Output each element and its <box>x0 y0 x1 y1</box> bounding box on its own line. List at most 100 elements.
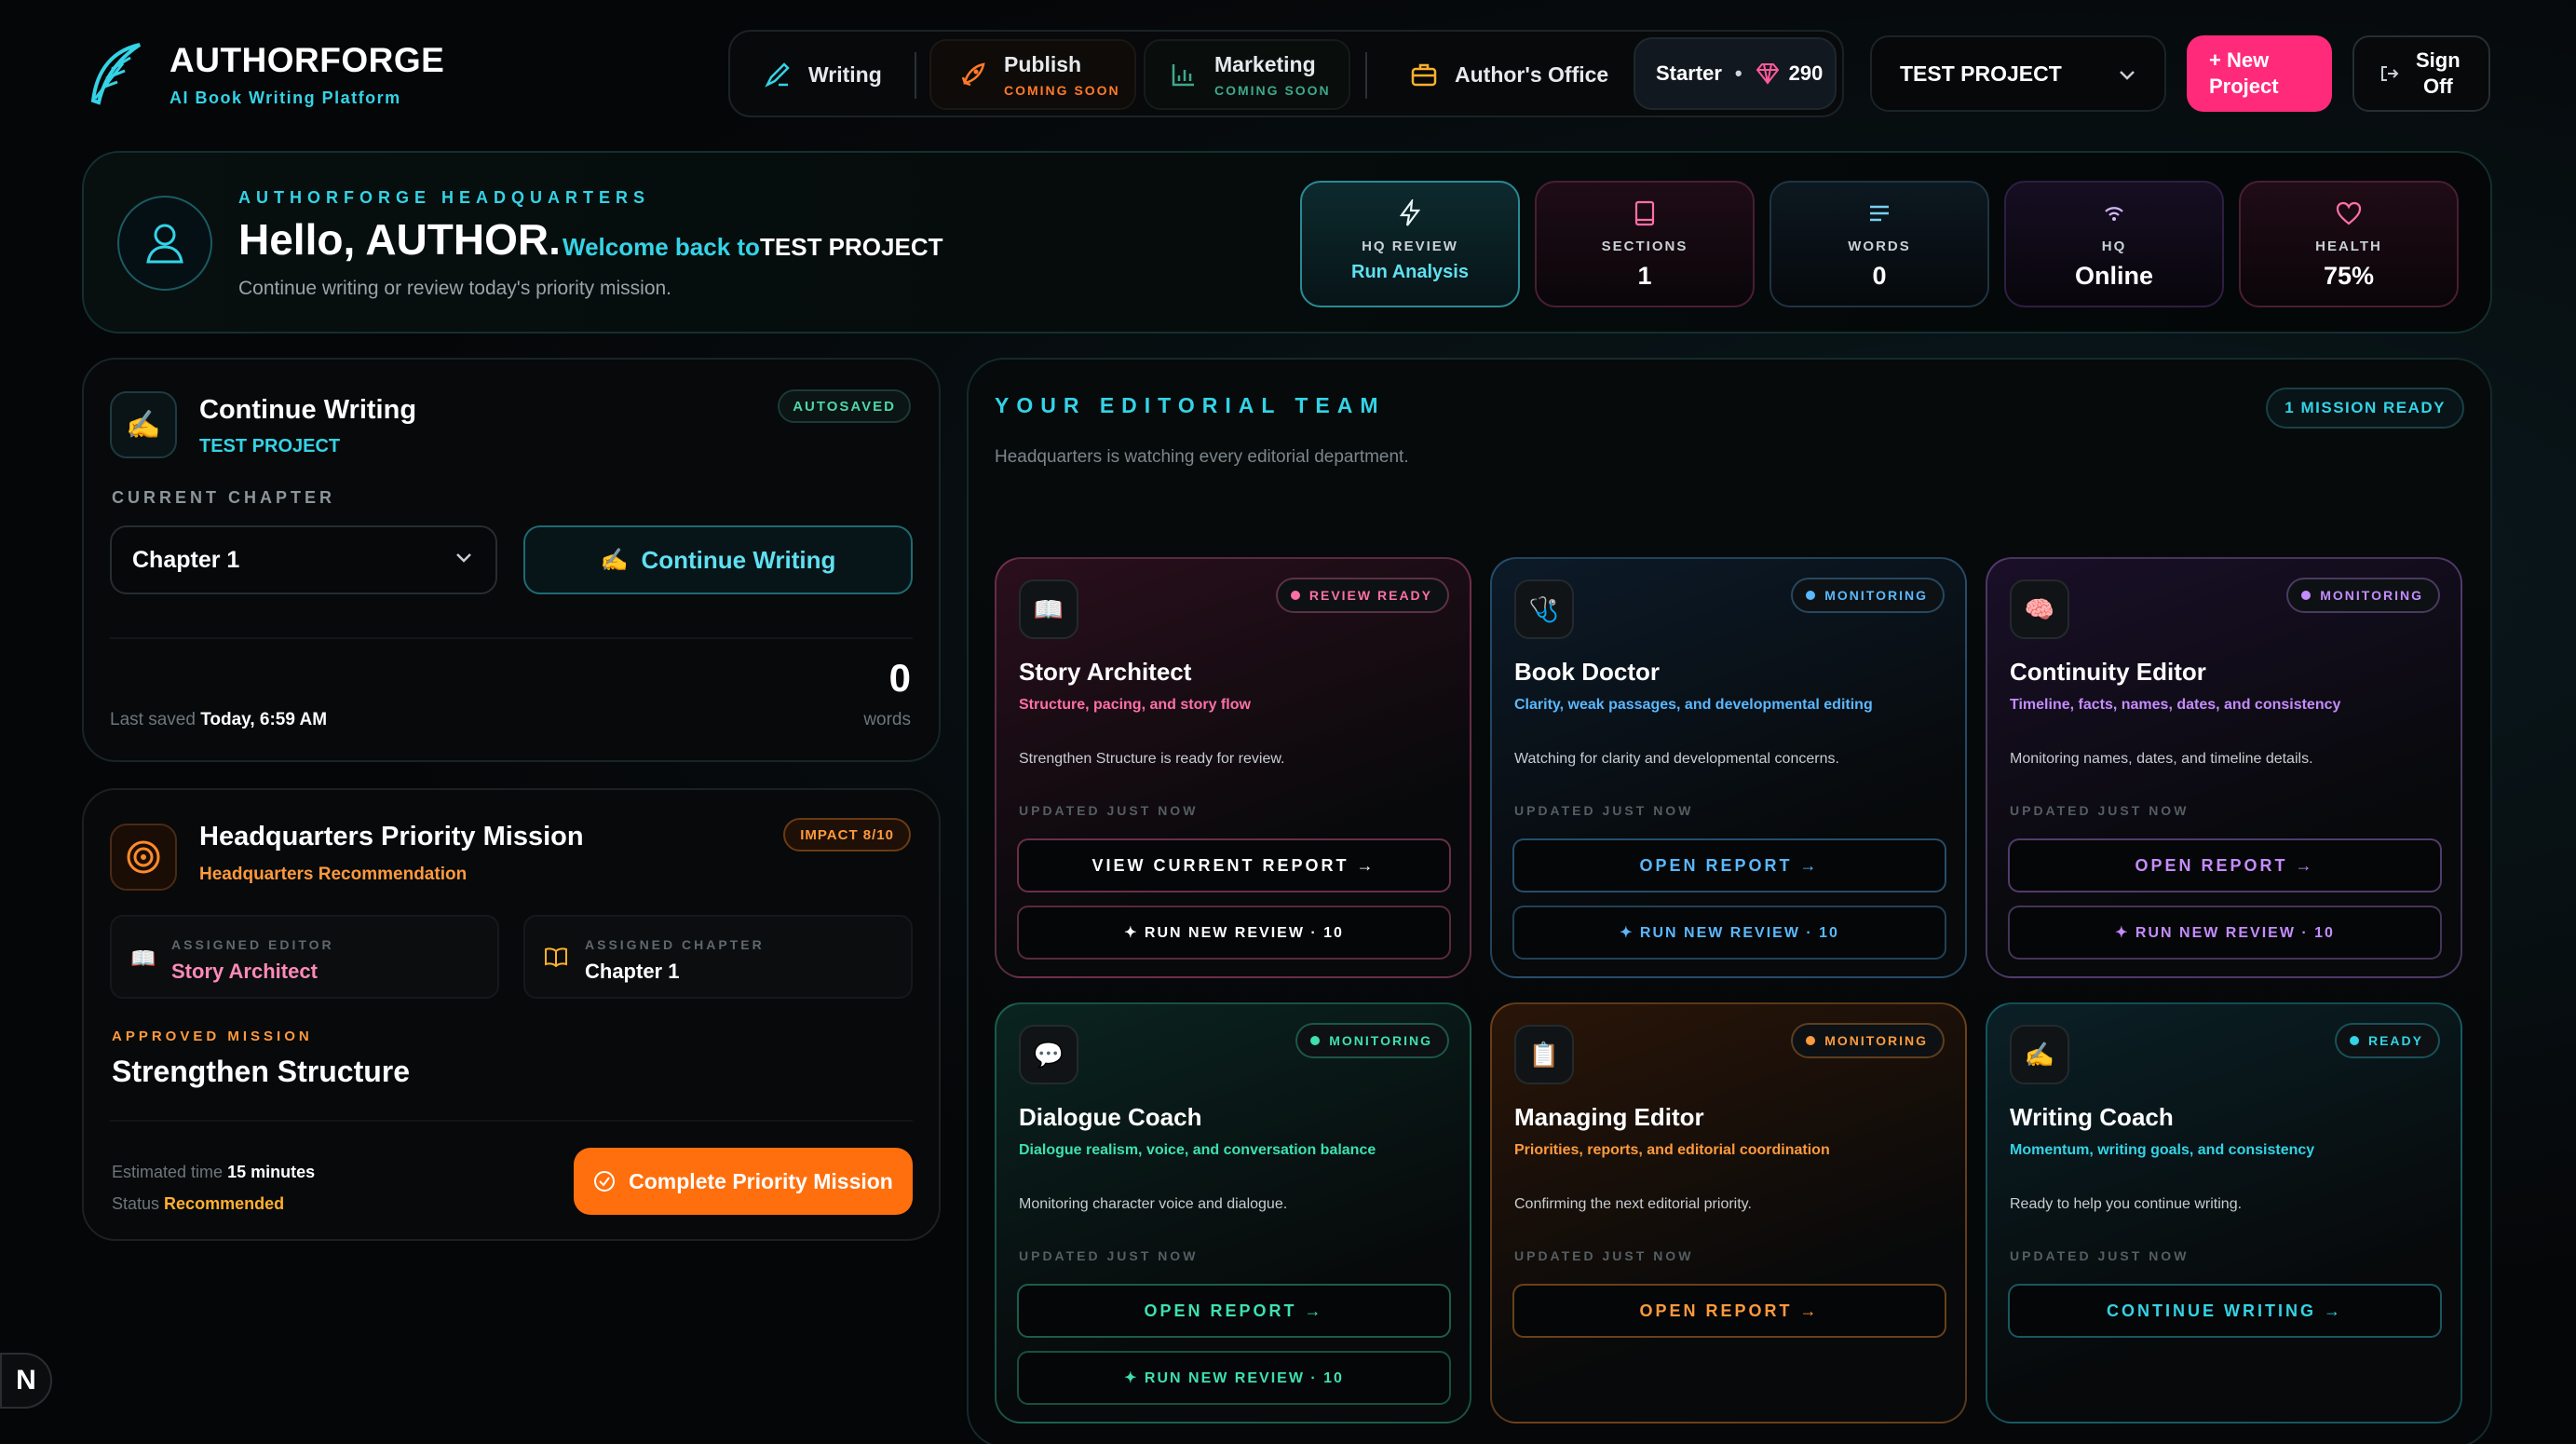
chapter-select[interactable]: Chapter 1 <box>110 525 497 594</box>
plan-credits-value: 290 <box>1788 61 1824 85</box>
stat-words: WORDS 0 <box>1769 181 1989 307</box>
editor-report-button[interactable]: OPEN REPORT → <box>1512 838 1946 892</box>
status-dot <box>1806 591 1816 600</box>
plan-name: Starter <box>1656 61 1722 85</box>
editorial-team-subtitle: Headquarters is watching every editorial… <box>995 447 1409 467</box>
mission-ready-badge: 1 MISSION READY <box>2266 388 2464 429</box>
last-saved-value: Today, 6:59 AM <box>200 710 328 729</box>
plan-credits[interactable]: Starter • 290 <box>1634 37 1837 110</box>
stat-health-value: 75% <box>2323 262 2375 290</box>
nav-marketing-label: Marketing <box>1214 51 1316 76</box>
nav-publish-tag: COMING SOON <box>1004 82 1120 98</box>
editor-status-badge: READY <box>2334 1023 2440 1058</box>
target-icon <box>110 824 177 891</box>
editor-status-badge: MONITORING <box>2286 578 2440 613</box>
brand-tagline: AI Book Writing Platform <box>169 89 401 107</box>
editor-status-badge: MONITORING <box>1791 578 1945 613</box>
stat-hq-review[interactable]: HQ REVIEW Run Analysis <box>1300 181 1520 307</box>
nav-publish[interactable]: Publish COMING SOON <box>929 39 1136 110</box>
bar-chart-icon <box>1172 64 1194 87</box>
editor-message: Ready to help you continue writing. <box>2010 1196 2243 1212</box>
editor-status-badge: REVIEW READY <box>1275 578 1449 613</box>
logout-icon <box>2381 66 2399 81</box>
writing-hand-icon: ✍ <box>110 391 177 458</box>
assigned-chapter: ASSIGNED CHAPTER Chapter 1 <box>523 915 913 999</box>
new-project-button[interactable]: + New Project <box>2187 35 2332 112</box>
project-select[interactable]: TEST PROJECT <box>1870 35 2166 112</box>
editor-report-button-label: OPEN REPORT → <box>2135 855 2315 875</box>
impact-badge: IMPACT 8/10 <box>783 818 911 851</box>
user-avatar-icon[interactable] <box>117 196 212 291</box>
editor-description: Timeline, facts, names, dates, and consi… <box>2010 697 2341 713</box>
sign-off-label-2: Off <box>2422 75 2453 98</box>
stat-words-value: 0 <box>1872 262 1887 290</box>
editor-report-button-label: CONTINUE WRITING → <box>2107 1301 2343 1320</box>
run-new-review-button[interactable]: ✦ RUN NEW REVIEW · 10 <box>1512 906 1946 960</box>
plan-separator: • <box>1734 61 1742 85</box>
editor-icon: ✍️ <box>2010 1025 2069 1084</box>
editor-report-button-label: OPEN REPORT → <box>1639 1301 1820 1320</box>
continue-writing-button[interactable]: ✍ Continue Writing <box>523 525 913 594</box>
nav-writing[interactable]: Writing <box>732 39 915 110</box>
book-open-icon <box>544 947 568 967</box>
estimated-time: Estimated time 15 minutes <box>112 1163 315 1182</box>
assigned-chapter-value: Chapter 1 <box>585 960 680 983</box>
editor-name: Continuity Editor <box>2010 658 2206 686</box>
brand-name: AUTHORFORGE <box>169 41 445 79</box>
editor-name: Managing Editor <box>1514 1103 1704 1131</box>
editor-card: 💬 MONITORING Dialogue Coach Dialogue realis… <box>995 1002 1471 1424</box>
editor-status-text: MONITORING <box>1329 1033 1432 1048</box>
editor-card: ✍️ READY Writing Coach Momentum, writing go… <box>1986 1002 2462 1424</box>
editor-status-badge: MONITORING <box>1295 1023 1449 1058</box>
editor-status-text: REVIEW READY <box>1308 588 1432 603</box>
editor-report-button[interactable]: VIEW CURRENT REPORT → <box>1017 838 1451 892</box>
nav-authors-office[interactable]: Author's Office <box>1382 39 1634 110</box>
editor-report-button[interactable]: CONTINUE WRITING → <box>2008 1284 2442 1338</box>
nav-divider <box>915 52 916 99</box>
editor-icon: 💬 <box>1019 1025 1078 1084</box>
editor-icon: 📖 <box>1019 579 1078 639</box>
editor-card: 📋 MONITORING Managing Editor Priorities, re… <box>1490 1002 1967 1424</box>
editor-description: Clarity, weak passages, and developmenta… <box>1514 697 1873 713</box>
editor-icon: 🧠 <box>2010 579 2069 639</box>
editor-updated: UPDATED JUST NOW <box>1019 1248 1199 1263</box>
dev-indicator-badge[interactable]: N <box>0 1353 52 1409</box>
lightning-icon <box>1399 199 1421 226</box>
greeting: Hello, AUTHOR. <box>238 215 561 264</box>
run-new-review-button[interactable]: ✦ RUN NEW REVIEW · 10 <box>2008 906 2442 960</box>
editor-report-button[interactable]: OPEN REPORT → <box>1512 1284 1946 1338</box>
hq-kicker: AUTHORFORGE HEADQUARTERS <box>238 188 651 207</box>
editor-name: Dialogue Coach <box>1019 1103 1202 1131</box>
run-new-review-button[interactable]: ✦ RUN NEW REVIEW · 10 <box>1017 906 1451 960</box>
status-dot <box>1290 591 1300 600</box>
editor-status-text: MONITORING <box>1824 588 1928 603</box>
hq-hero-panel: AUTHORFORGE HEADQUARTERS Hello, AUTHOR. … <box>82 151 2492 334</box>
current-chapter-label: CURRENT CHAPTER <box>112 488 335 507</box>
book-icon <box>1634 200 1655 226</box>
complete-priority-mission-button[interactable]: Complete Priority Mission <box>574 1148 913 1215</box>
editor-description: Dialogue realism, voice, and conversatio… <box>1019 1142 1376 1158</box>
run-new-review-button[interactable]: ✦ RUN NEW REVIEW · 10 <box>1017 1351 1451 1405</box>
priority-mission-title: Headquarters Priority Mission <box>199 822 584 851</box>
text-lines-icon <box>1870 205 1889 222</box>
continue-writing-button-label: Continue Writing <box>641 545 836 574</box>
nav-marketing-tag: COMING SOON <box>1214 82 1331 98</box>
nav-marketing[interactable]: Marketing COMING SOON <box>1144 39 1350 110</box>
last-saved: Last saved Today, 6:59 AM <box>110 710 327 730</box>
sign-off-button[interactable]: Sign Off <box>2352 35 2490 112</box>
editor-icon: 🩺 <box>1514 579 1574 639</box>
autosaved-badge: AUTOSAVED <box>778 389 911 423</box>
editor-report-button[interactable]: OPEN REPORT → <box>2008 838 2442 892</box>
continue-writing-title: Continue Writing <box>199 395 417 425</box>
top-nav: AUTHORFORGE AI Book Writing Platform Wri… <box>0 0 2576 149</box>
editor-report-button-label: VIEW CURRENT REPORT → <box>1091 855 1376 875</box>
editor-report-button[interactable]: OPEN REPORT → <box>1017 1284 1451 1338</box>
word-count-label: words <box>863 710 911 729</box>
editor-updated: UPDATED JUST NOW <box>2010 803 2190 818</box>
stat-sections-value: 1 <box>1637 262 1652 290</box>
editor-name: Writing Coach <box>2010 1103 2174 1131</box>
stat-hq-value: Online <box>2074 262 2153 290</box>
mission-status: Status Recommended <box>112 1194 284 1214</box>
nav-writing-label: Writing <box>808 61 882 87</box>
status-dot <box>1310 1036 1321 1045</box>
